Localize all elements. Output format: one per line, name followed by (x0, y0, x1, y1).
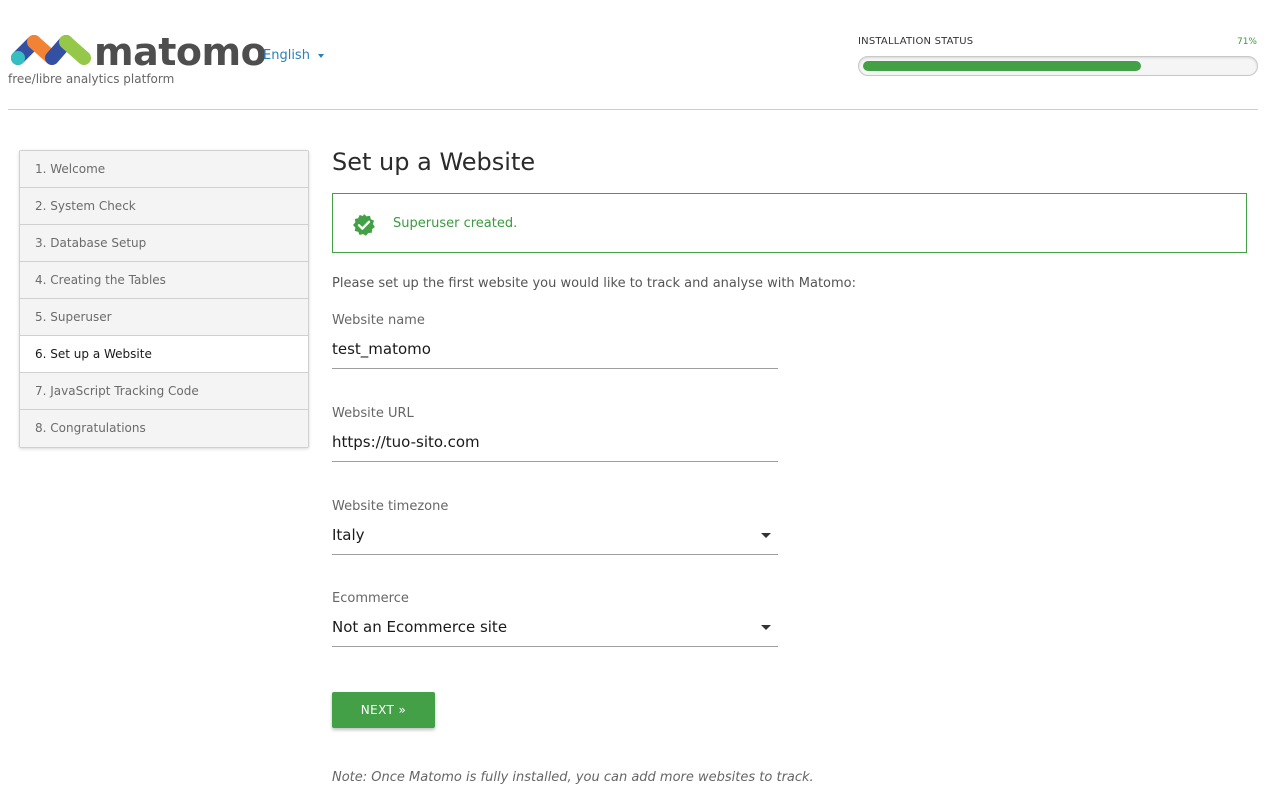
installation-steps: 1. Welcome 2. System Check 3. Database S… (19, 150, 309, 448)
caret-down-icon (317, 53, 324, 58)
timezone-value: Italy (332, 526, 365, 544)
installation-status: INSTALLATION STATUS 71% (858, 36, 1258, 76)
language-label: English (263, 48, 310, 63)
website-url-field: Website URL https://tuo-sito.com (332, 406, 778, 462)
step-creating-tables: 4. Creating the Tables (20, 262, 308, 299)
progress-bar (858, 56, 1258, 76)
website-name-label: Website name (332, 313, 425, 328)
tagline: free/libre analytics platform (8, 72, 175, 86)
website-url-input[interactable]: https://tuo-sito.com (332, 430, 778, 462)
check-badge-icon (353, 214, 375, 236)
step-javascript-tracking-code: 7. JavaScript Tracking Code (20, 373, 308, 410)
step-database-setup: 3. Database Setup (20, 225, 308, 262)
page-title: Set up a Website (332, 148, 536, 176)
language-selector[interactable]: English (263, 48, 324, 63)
step-superuser: 5. Superuser (20, 299, 308, 336)
step-setup-website: 6. Set up a Website (20, 336, 308, 373)
website-url-label: Website URL (332, 406, 414, 421)
main-content: Set up a Website Superuser created. Plea… (332, 148, 1247, 785)
progress-bar-fill (863, 61, 1141, 71)
step-congratulations: 8. Congratulations (20, 410, 308, 447)
website-timezone-label: Website timezone (332, 499, 449, 514)
ecommerce-value: Not an Ecommerce site (332, 618, 508, 636)
intro-text: Please set up the first website you woul… (332, 276, 857, 291)
status-percent: 71% (1236, 37, 1257, 47)
header: matomo free/libre analytics platform Eng… (8, 0, 1258, 110)
caret-down-icon (761, 533, 771, 538)
footer-note: Note: Once Matomo is fully installed, yo… (332, 770, 814, 785)
status-label: INSTALLATION STATUS (858, 36, 974, 47)
success-notice: Superuser created. (332, 193, 1247, 253)
step-welcome: 1. Welcome (20, 151, 308, 188)
notice-text: Superuser created. (393, 216, 518, 231)
website-timezone-select[interactable]: Italy (332, 523, 778, 555)
logo-wordmark: matomo (94, 30, 267, 74)
website-name-input[interactable]: test_matomo (332, 337, 778, 369)
next-button[interactable]: NEXT » (332, 692, 435, 728)
ecommerce-label: Ecommerce (332, 591, 409, 606)
step-system-check: 2. System Check (20, 188, 308, 225)
matomo-logo-icon (11, 35, 91, 65)
website-name-field: Website name test_matomo (332, 313, 778, 369)
matomo-logo[interactable]: matomo (8, 30, 267, 74)
caret-down-icon (761, 625, 771, 630)
ecommerce-select[interactable]: Not an Ecommerce site (332, 615, 778, 647)
website-timezone-field: Website timezone Italy (332, 499, 778, 555)
ecommerce-field: Ecommerce Not an Ecommerce site (332, 591, 778, 647)
